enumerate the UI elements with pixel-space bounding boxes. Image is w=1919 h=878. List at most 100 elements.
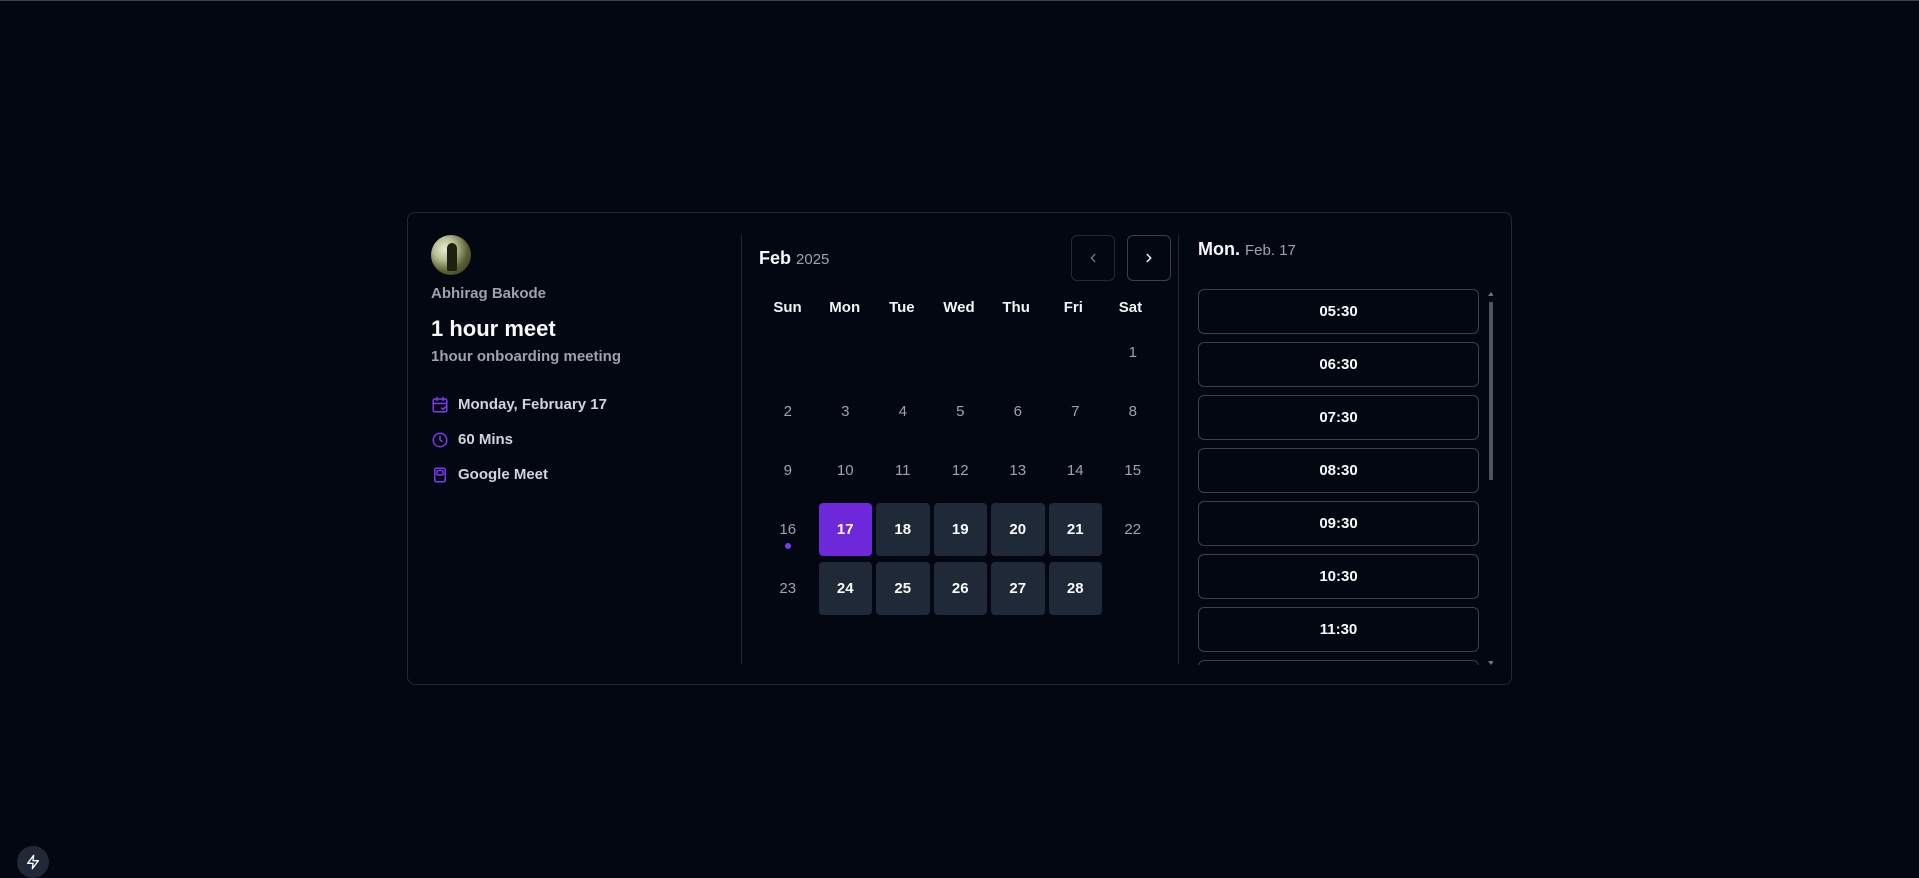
day-empty: [1049, 326, 1103, 379]
day-empty: [991, 326, 1045, 379]
day-number: 21: [1066, 521, 1084, 538]
dev-tools-button[interactable]: [17, 846, 49, 878]
day-cell: 2: [761, 385, 815, 438]
calendar-month: Feb: [759, 247, 792, 268]
host-avatar: [431, 235, 471, 275]
time-slot-button[interactable]: [1198, 660, 1479, 665]
next-month-button[interactable]: [1127, 235, 1171, 281]
day-number: 5: [956, 403, 965, 420]
clock-icon: [431, 431, 449, 449]
video-icon: [431, 466, 449, 484]
top-border: [0, 0, 1919, 1]
day-cell[interactable]: 24: [818, 562, 872, 615]
divider: [1178, 235, 1179, 664]
day-cell: 6: [991, 385, 1045, 438]
time-slot-button[interactable]: 11:30: [1198, 607, 1479, 652]
day-empty: [934, 326, 988, 379]
time-slot-button[interactable]: 10:30: [1198, 554, 1479, 599]
day-cell[interactable]: 18: [876, 503, 930, 556]
weekday-label: Tue: [889, 299, 915, 316]
day-empty: [761, 326, 815, 379]
divider: [741, 235, 742, 664]
slots-weekday: Mon.: [1198, 239, 1240, 259]
day-number: 4: [898, 403, 907, 420]
day-cell: 14: [1049, 444, 1103, 497]
day-grid: 1 2 3 4 5 6 7 8 9 10 11 12 13 14 15 16 17 18 19 20 21 22 23 24 2…: [759, 324, 1162, 619]
day-cell: 23: [761, 562, 815, 615]
day-number: 24: [836, 580, 854, 597]
weekday-label: Wed: [943, 299, 975, 316]
calendar-header: Feb 2025: [759, 235, 1171, 281]
day-number: 22: [1124, 521, 1142, 538]
day-number: 16: [779, 521, 797, 538]
time-slot-button[interactable]: 08:30: [1198, 448, 1479, 493]
weekday-label: Thu: [1002, 299, 1030, 316]
chevron-right-icon: [1146, 253, 1152, 263]
day-cell: 7: [1049, 385, 1103, 438]
weekday-label: Sat: [1118, 299, 1143, 316]
day-cell: 5: [934, 385, 988, 438]
weekday-row: Sun Mon Tue Wed Thu Fri Sat: [759, 299, 1159, 316]
day-cell[interactable]: 21: [1048, 503, 1102, 556]
day-number: 2: [783, 403, 792, 420]
host-name: Abhirag Bakode: [431, 285, 547, 302]
detail-location-text: Google Meet: [458, 466, 549, 483]
day-number: 28: [1066, 580, 1084, 597]
day-cell[interactable]: 28: [1048, 562, 1102, 615]
event-details: Monday, February 17 60 Mins Google Meet: [431, 387, 721, 492]
day-cell: 15: [1106, 444, 1160, 497]
day-number: 26: [951, 580, 969, 597]
day-number: 6: [1013, 403, 1022, 420]
day-number: 25: [894, 580, 912, 597]
day-cell: 16: [761, 503, 815, 556]
day-cell: 4: [876, 385, 930, 438]
day-cell[interactable]: 25: [876, 562, 930, 615]
day-cell[interactable]: 20: [991, 503, 1045, 556]
day-cell: 9: [761, 444, 815, 497]
day-empty: [876, 326, 930, 379]
day-number: 17: [836, 521, 854, 538]
day-number: 11: [894, 462, 911, 479]
day-number: 12: [951, 462, 969, 479]
day-cell: 12: [934, 444, 988, 497]
slot-list: 05:30 06:30 07:30 08:30 09:30 10:30 11:30: [1198, 289, 1479, 665]
scroll-thumb[interactable]: [1489, 302, 1493, 480]
slots-date: Feb. 17: [1245, 242, 1296, 259]
day-number: 23: [779, 580, 797, 597]
day-cell[interactable]: 27: [991, 562, 1045, 615]
time-slot-button[interactable]: 05:30: [1198, 289, 1479, 334]
booking-card: Abhirag Bakode 1 hour meet 1hour onboard…: [407, 212, 1512, 685]
today-indicator: [784, 543, 791, 549]
day-cell: 10: [819, 444, 873, 497]
event-description: 1hour onboarding meeting: [431, 348, 621, 365]
day-number: 1: [1128, 344, 1137, 361]
scroll-down-arrow[interactable]: [1488, 661, 1493, 665]
day-number: 10: [836, 462, 854, 479]
lightning-icon: [27, 854, 39, 870]
weekday-label: Fri: [1063, 299, 1083, 316]
time-slot-button[interactable]: 06:30: [1198, 342, 1479, 387]
prev-month-button[interactable]: [1071, 235, 1115, 281]
slots-header: Mon. Feb. 17: [1198, 235, 1493, 266]
detail-date: Monday, February 17: [431, 387, 721, 422]
day-selected[interactable]: 17: [818, 503, 872, 556]
day-empty: [819, 326, 873, 379]
chevron-left-icon: [1090, 253, 1096, 263]
time-slot-button[interactable]: 09:30: [1198, 501, 1479, 546]
day-number: 19: [951, 521, 969, 538]
day-number: 8: [1128, 403, 1137, 420]
day-number: 3: [841, 403, 850, 420]
day-number: 15: [1124, 462, 1142, 479]
calendar: Feb 2025 Sun Mon Tue Wed Thu Fri Sat 123456789…: [759, 235, 1171, 619]
scroll-up-arrow[interactable]: [1488, 292, 1493, 296]
day-cell[interactable]: 26: [933, 562, 987, 615]
weekday-label: Sun: [773, 299, 802, 316]
event-title: 1 hour meet: [431, 316, 556, 341]
scrollbar[interactable]: [1488, 292, 1493, 665]
day-number: 13: [1009, 462, 1027, 479]
calendar-icon: [431, 396, 449, 414]
time-slot-button[interactable]: 07:30: [1198, 395, 1479, 440]
day-number: 14: [1066, 462, 1084, 479]
weekday-label: Mon: [829, 299, 861, 316]
day-cell[interactable]: 19: [933, 503, 987, 556]
